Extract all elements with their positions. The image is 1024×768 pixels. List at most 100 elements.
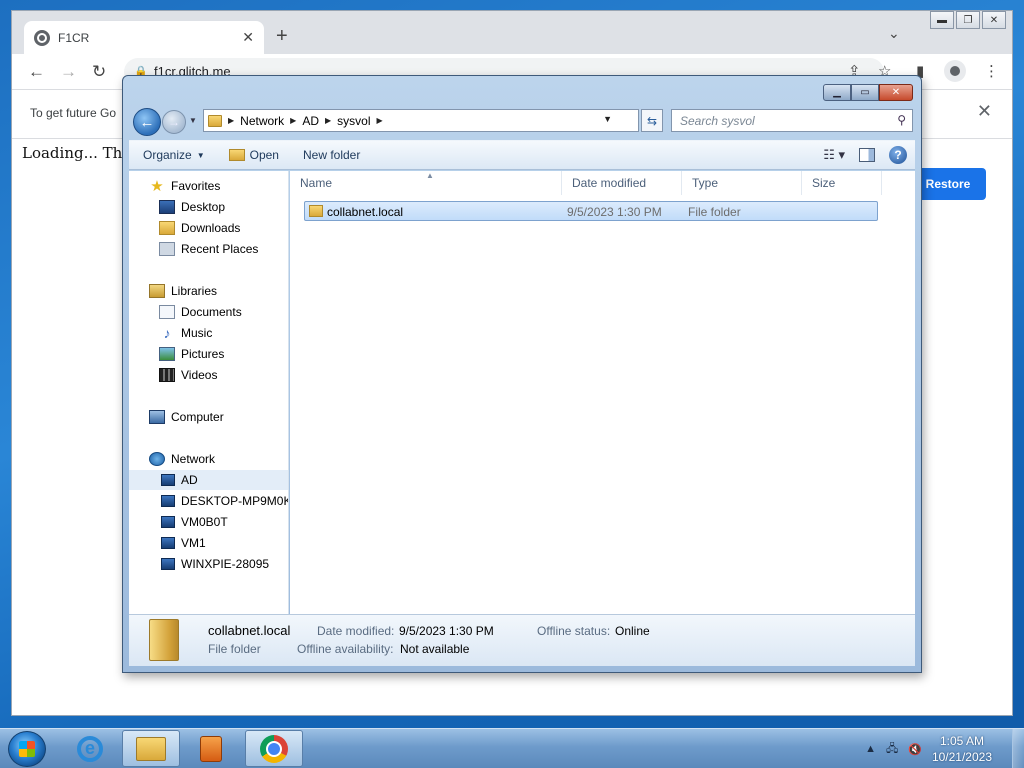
address-history-dropdown-icon[interactable]: ▼ xyxy=(603,114,612,124)
browser-minimize-button[interactable]: ▬ xyxy=(930,11,954,29)
nav-item-winxpie-28095[interactable]: WINXPIE-28095 xyxy=(129,554,288,574)
clock[interactable]: 1:05 AM 10/21/2023 xyxy=(932,733,992,765)
change-view-icon[interactable]: ☷ ▾ xyxy=(823,147,845,163)
file-row-collabnet-local[interactable]: collabnet.local 9/5/2023 1:30 PM File fo… xyxy=(304,201,878,221)
nav-item-vm1[interactable]: VM1 xyxy=(129,533,288,553)
nav-label: Downloads xyxy=(181,221,241,235)
browser-maximize-button[interactable]: ❐ xyxy=(956,11,980,29)
nav-item-ad[interactable]: AD xyxy=(129,470,288,490)
computer-icon xyxy=(161,474,175,486)
kebab-menu-icon[interactable]: ⋮ xyxy=(984,62,999,80)
nav-item-documents[interactable]: Documents xyxy=(129,302,288,322)
infobar-close-icon[interactable]: ✕ xyxy=(977,101,992,122)
search-icon[interactable]: ⚲ xyxy=(897,113,906,127)
tab-search-chevron-icon[interactable]: ⌄ xyxy=(888,25,900,42)
taskbar-windows-explorer[interactable] xyxy=(122,730,180,767)
documents-icon xyxy=(159,305,175,319)
windows-explorer-icon xyxy=(136,736,166,761)
show-desktop-button[interactable] xyxy=(1012,729,1024,768)
nav-item-videos[interactable]: Videos xyxy=(129,365,288,385)
nav-item-downloads[interactable]: Downloads xyxy=(129,218,288,238)
network-folder-icon xyxy=(208,114,222,127)
browser-tabstrip: F1CR ✕ + ⌄ ▬ ❐ ✕ xyxy=(12,11,1012,54)
explorer-back-button[interactable]: ← xyxy=(133,108,161,136)
breadcrumb-item[interactable]: Network xyxy=(240,114,284,128)
column-header-size[interactable]: Size xyxy=(802,171,882,195)
volume-muted-icon[interactable]: 🔇 xyxy=(908,743,922,756)
nav-computer[interactable]: Computer xyxy=(129,407,288,427)
breadcrumb[interactable]: ▶ Network ▶ AD ▶ sysvol ▶ ▼ xyxy=(203,109,639,132)
nav-network[interactable]: Network xyxy=(129,449,288,469)
open-folder-icon xyxy=(228,149,245,161)
clock-time: 1:05 AM xyxy=(939,734,984,748)
column-header-date[interactable]: Date modified xyxy=(562,171,682,195)
nav-favorites[interactable]: ★ Favorites xyxy=(129,176,288,196)
column-label: Name xyxy=(300,176,333,190)
show-hidden-icons-chevron-icon[interactable]: ▲ xyxy=(865,743,876,755)
browser-close-button[interactable]: ✕ xyxy=(982,11,1006,29)
explorer-forward-button[interactable]: → xyxy=(162,110,186,134)
nav-item-desktop[interactable]: Desktop xyxy=(129,197,288,217)
folder-icon xyxy=(309,205,323,217)
taskbar-chrome[interactable] xyxy=(245,730,303,767)
nav-label: Music xyxy=(181,326,213,340)
column-label: Date modified xyxy=(572,176,647,190)
recent-pages-dropdown-icon[interactable]: ▼ xyxy=(189,116,197,125)
nav-item-pictures[interactable]: Pictures xyxy=(129,344,288,364)
browser-tab[interactable]: F1CR ✕ xyxy=(24,21,264,54)
preview-pane-icon[interactable] xyxy=(859,148,875,162)
search-placeholder: Search sysvol xyxy=(680,114,755,128)
nav-label: DESKTOP-MP9M0KI xyxy=(181,494,289,508)
globe-icon xyxy=(34,29,50,46)
back-arrow-icon[interactable]: ← xyxy=(28,62,45,82)
details-pane: collabnet.local File folder Date modifie… xyxy=(129,614,915,666)
refresh-button[interactable]: ⇆ xyxy=(641,109,663,132)
column-header-name[interactable]: ▲ Name xyxy=(290,171,562,195)
nav-item-desktop-mp9m0ki[interactable]: DESKTOP-MP9M0KI xyxy=(129,491,289,511)
command-bar: Organize ▼ Open New folder ☷ ▾ ? xyxy=(129,140,915,170)
nav-label: Videos xyxy=(181,368,218,382)
browser-window-controls: ▬ ❐ ✕ xyxy=(930,11,1006,29)
explorer-maximize-button[interactable]: ▭ xyxy=(851,84,879,101)
details-offline-availability-value: Not available xyxy=(400,642,470,656)
nav-libraries[interactable]: Libraries xyxy=(129,281,288,301)
profile-avatar-icon[interactable] xyxy=(944,60,966,82)
start-button[interactable] xyxy=(8,731,46,767)
new-tab-button[interactable]: + xyxy=(276,25,288,48)
reload-icon[interactable]: ↻ xyxy=(92,62,106,82)
nav-label: Recent Places xyxy=(181,242,259,256)
search-input[interactable]: Search sysvol ⚲ xyxy=(671,109,913,132)
tab-close-icon[interactable]: ✕ xyxy=(242,29,254,46)
desktop-icon xyxy=(159,200,175,214)
new-folder-button[interactable]: New folder xyxy=(303,148,360,162)
network-status-icon[interactable]: 🖧 xyxy=(886,740,898,759)
breadcrumb-separator-icon[interactable]: ▶ xyxy=(290,116,296,125)
taskbar-internet-explorer[interactable]: e xyxy=(61,730,119,767)
file-type: File folder xyxy=(688,205,741,219)
breadcrumb-separator-icon[interactable]: ▶ xyxy=(377,116,383,125)
taskbar-media-player[interactable] xyxy=(182,730,240,767)
breadcrumb-separator-icon[interactable]: ▶ xyxy=(325,116,331,125)
explorer-close-button[interactable]: ✕ xyxy=(879,84,913,101)
help-icon[interactable]: ? xyxy=(889,146,907,164)
nav-label: Libraries xyxy=(171,284,218,298)
organize-button[interactable]: Organize ▼ xyxy=(143,148,205,162)
forward-arrow-icon[interactable]: → xyxy=(60,62,77,82)
nav-label: Computer xyxy=(171,410,224,424)
open-button[interactable]: Open xyxy=(228,148,279,162)
details-offline-status-value: Online xyxy=(615,624,650,638)
breadcrumb-item[interactable]: sysvol xyxy=(337,114,370,128)
navigation-pane: ★ Favorites Desktop Downloads Recent Pla… xyxy=(129,171,289,614)
nav-item-music[interactable]: ♪ Music xyxy=(129,323,288,343)
nav-item-recent-places[interactable]: Recent Places xyxy=(129,239,288,259)
open-label: Open xyxy=(249,148,279,162)
internet-explorer-icon: e xyxy=(77,735,103,762)
breadcrumb-separator-icon[interactable]: ▶ xyxy=(228,116,234,125)
column-header-type[interactable]: Type xyxy=(682,171,802,195)
page-loading-text: Loading... This xyxy=(22,144,135,162)
column-label: Type xyxy=(692,176,719,190)
details-date-label: Date modified: xyxy=(317,624,395,638)
breadcrumb-item[interactable]: AD xyxy=(302,114,319,128)
explorer-minimize-button[interactable]: ▁ xyxy=(823,84,851,101)
nav-item-vm0b0t[interactable]: VM0B0T xyxy=(129,512,288,532)
